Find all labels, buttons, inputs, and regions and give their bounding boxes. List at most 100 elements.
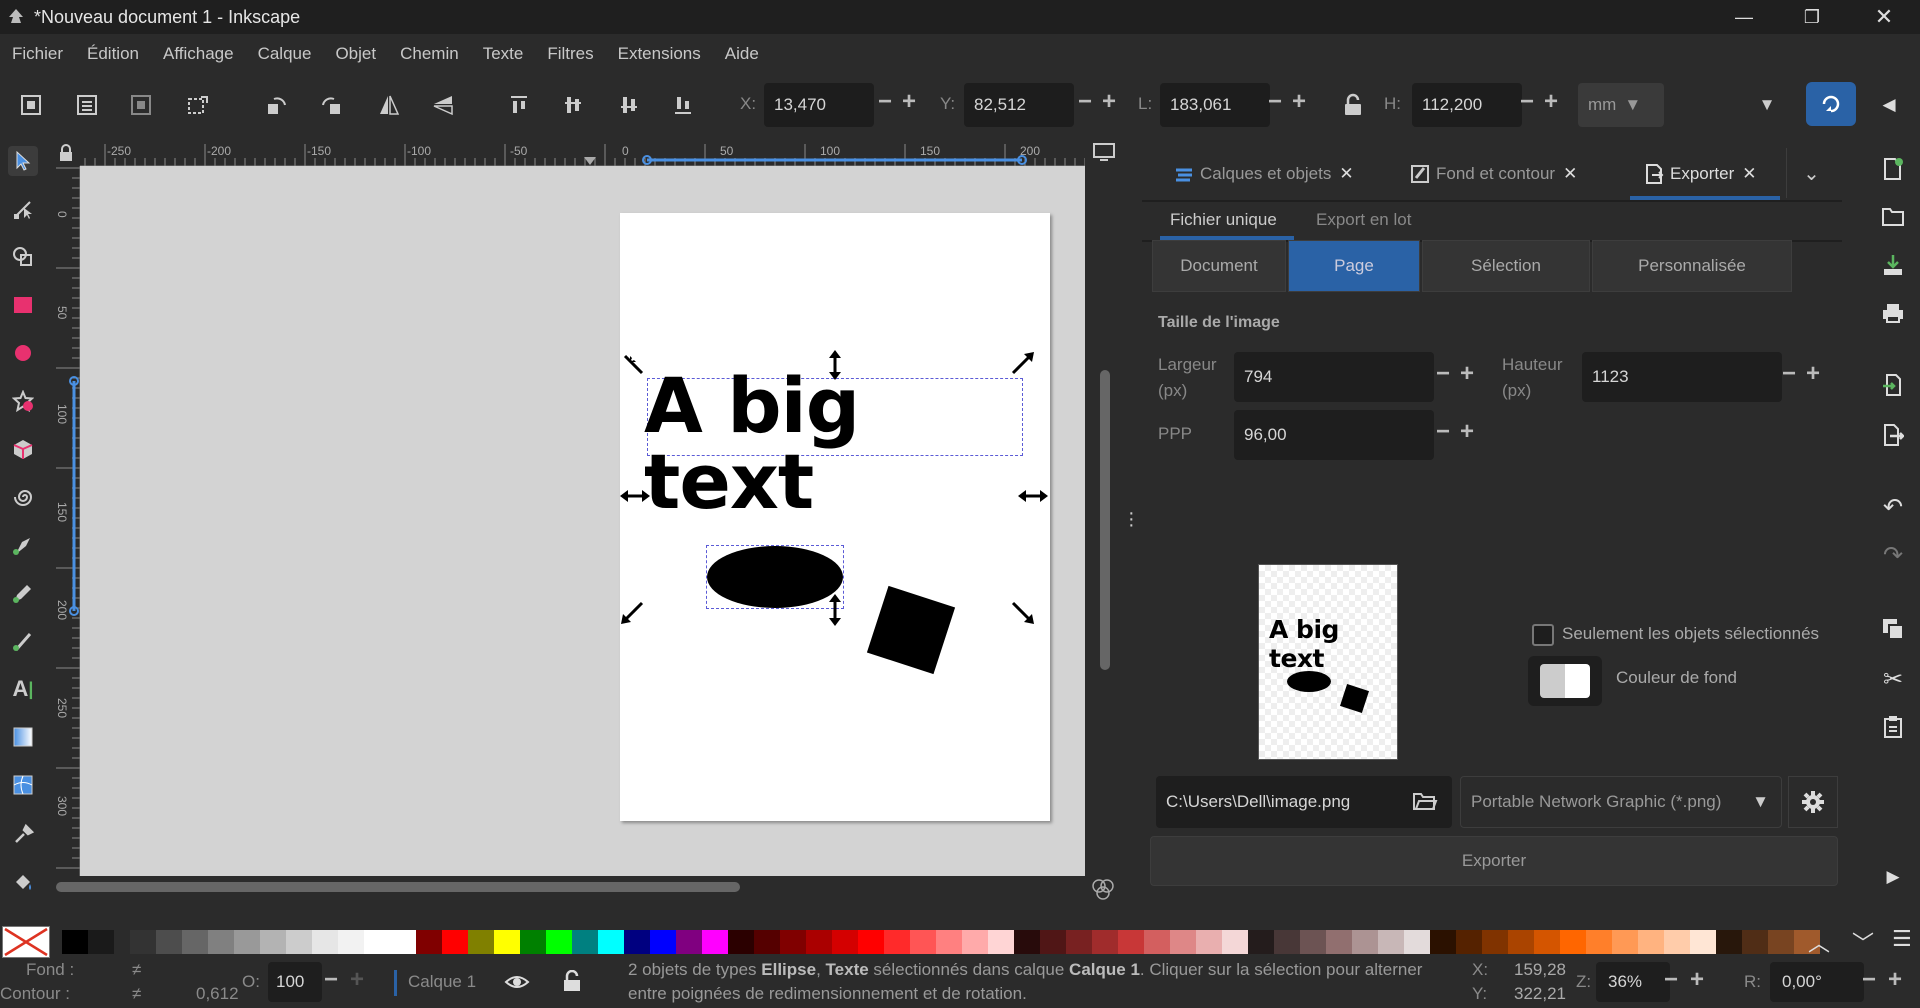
palette-swatch[interactable]: [1534, 930, 1560, 954]
x-minus-button[interactable]: −: [878, 88, 892, 116]
close-tab-icon[interactable]: ✕: [1339, 164, 1353, 184]
rotation-input[interactable]: 0,00°: [1770, 962, 1864, 1002]
dropper-tool-icon[interactable]: [8, 818, 38, 848]
x-input[interactable]: 13,470: [764, 83, 874, 127]
menu-extensions[interactable]: Extensions: [618, 44, 701, 64]
palette-swatch[interactable]: [390, 930, 416, 954]
palette-swatch[interactable]: [1560, 930, 1586, 954]
height-plus-button[interactable]: +: [1544, 88, 1558, 116]
palette-swatch[interactable]: [624, 930, 650, 954]
palette-swatch[interactable]: [1066, 930, 1092, 954]
palette-swatch[interactable]: [572, 930, 598, 954]
palette-swatch[interactable]: [598, 930, 624, 954]
export-settings-gear-icon[interactable]: [1788, 776, 1838, 828]
box3d-tool-icon[interactable]: [8, 434, 38, 464]
shape-builder-icon[interactable]: [8, 242, 38, 272]
raise-to-top-icon[interactable]: [504, 90, 534, 120]
palette-swatch[interactable]: [676, 930, 702, 954]
area-custom-button[interactable]: Personnalisée: [1592, 240, 1792, 292]
paste-icon[interactable]: [1878, 712, 1908, 742]
stroke-indicator[interactable]: ≠: [132, 984, 141, 1004]
export-width-minus-button[interactable]: −: [1436, 360, 1450, 388]
current-layer-label[interactable]: Calque 1: [408, 972, 476, 992]
palette-swatch[interactable]: [1482, 930, 1508, 954]
color-mode-icon[interactable]: [1090, 878, 1116, 900]
height-input[interactable]: 112,200: [1412, 83, 1522, 127]
palette-swatch[interactable]: [62, 930, 88, 954]
palette-swatch[interactable]: [260, 930, 286, 954]
menu-calque[interactable]: Calque: [258, 44, 312, 64]
selection-handles[interactable]: [620, 350, 1060, 640]
selector-tool-icon[interactable]: [8, 146, 38, 176]
palette-swatch[interactable]: [1508, 930, 1534, 954]
width-plus-button[interactable]: +: [1292, 88, 1306, 116]
height-minus-button[interactable]: −: [1520, 88, 1534, 116]
layer-visibility-eye-icon[interactable]: [504, 972, 530, 992]
palette-swatch[interactable]: [780, 930, 806, 954]
rotate-ccw-icon[interactable]: [262, 90, 292, 120]
palette-swatch[interactable]: [1144, 930, 1170, 954]
palette-swatch[interactable]: [130, 930, 156, 954]
palette-swatch[interactable]: [88, 930, 114, 954]
palette-swatch[interactable]: [208, 930, 234, 954]
y-input[interactable]: 82,512: [964, 83, 1074, 127]
save-document-icon[interactable]: [1878, 250, 1908, 280]
width-minus-button[interactable]: −: [1268, 88, 1282, 116]
opacity-minus-button[interactable]: −: [324, 966, 338, 994]
palette-swatch[interactable]: [1170, 930, 1196, 954]
tab-export[interactable]: Exporter ✕: [1644, 152, 1757, 196]
area-document-button[interactable]: Document: [1152, 240, 1286, 292]
area-page-button[interactable]: Page: [1288, 240, 1420, 292]
menu-texte[interactable]: Texte: [483, 44, 524, 64]
width-input[interactable]: 183,061: [1160, 83, 1270, 127]
palette-swatch[interactable]: [1638, 930, 1664, 954]
import-icon[interactable]: [1878, 370, 1908, 400]
print-icon[interactable]: [1878, 298, 1908, 328]
palette-swatch[interactable]: [416, 930, 442, 954]
y-minus-button[interactable]: −: [1078, 88, 1092, 116]
menu-edition[interactable]: Édition: [87, 44, 139, 64]
palette-swatch[interactable]: [806, 930, 832, 954]
export-height-input[interactable]: 1123: [1582, 352, 1782, 402]
layer-lock-icon[interactable]: [562, 970, 582, 992]
close-tab-icon[interactable]: ✕: [1563, 164, 1577, 184]
browse-folder-icon[interactable]: [1412, 790, 1438, 812]
palette-swatch[interactable]: [1274, 930, 1300, 954]
palette-swatch[interactable]: [702, 930, 728, 954]
pen-tool-icon[interactable]: [8, 530, 38, 560]
export-button[interactable]: Exporter: [1150, 836, 1838, 886]
ellipse-tool-icon[interactable]: [8, 338, 38, 368]
star-tool-icon[interactable]: [8, 386, 38, 416]
close-window-button[interactable]: ✕: [1856, 0, 1912, 34]
rectangle-tool-icon[interactable]: [8, 290, 38, 320]
tab-fill-stroke[interactable]: Fond et contour ✕: [1410, 152, 1577, 196]
palette-swatch[interactable]: [1768, 930, 1794, 954]
subtab-single-file[interactable]: Fichier unique: [1170, 210, 1277, 230]
palette-swatch[interactable]: [1300, 930, 1326, 954]
export-dpi-plus-button[interactable]: +: [1460, 418, 1474, 446]
export-height-plus-button[interactable]: +: [1806, 360, 1820, 388]
tab-layers-objects[interactable]: Calques et objets ✕: [1174, 152, 1354, 196]
palette-swatch[interactable]: [754, 930, 780, 954]
panel-resize-handle-icon[interactable]: · · ·: [1128, 503, 1135, 535]
snap-menu-icon[interactable]: ◀: [1874, 90, 1904, 120]
ruler-lock-icon[interactable]: [58, 144, 74, 162]
palette-swatch[interactable]: [156, 930, 182, 954]
only-selected-checkbox[interactable]: [1532, 624, 1554, 646]
mesh-tool-icon[interactable]: [8, 770, 38, 800]
palette-swatch[interactable]: [312, 930, 338, 954]
palette-swatch[interactable]: [1118, 930, 1144, 954]
palette-swatch[interactable]: [1248, 930, 1274, 954]
raise-icon[interactable]: [558, 90, 588, 120]
open-document-icon[interactable]: [1878, 202, 1908, 232]
palette-swatch[interactable]: [286, 930, 312, 954]
palette-swatch[interactable]: [1040, 930, 1066, 954]
palette-swatch[interactable]: [650, 930, 676, 954]
palette-swatch[interactable]: [1222, 930, 1248, 954]
calligraphy-tool-icon[interactable]: [8, 626, 38, 656]
palette-swatch[interactable]: [338, 930, 364, 954]
palette-swatch[interactable]: [884, 930, 910, 954]
tabs-overflow-chevron-icon[interactable]: ⌄: [1786, 148, 1836, 198]
new-document-icon[interactable]: [1878, 154, 1908, 184]
rotation-plus-button[interactable]: +: [1888, 966, 1902, 994]
